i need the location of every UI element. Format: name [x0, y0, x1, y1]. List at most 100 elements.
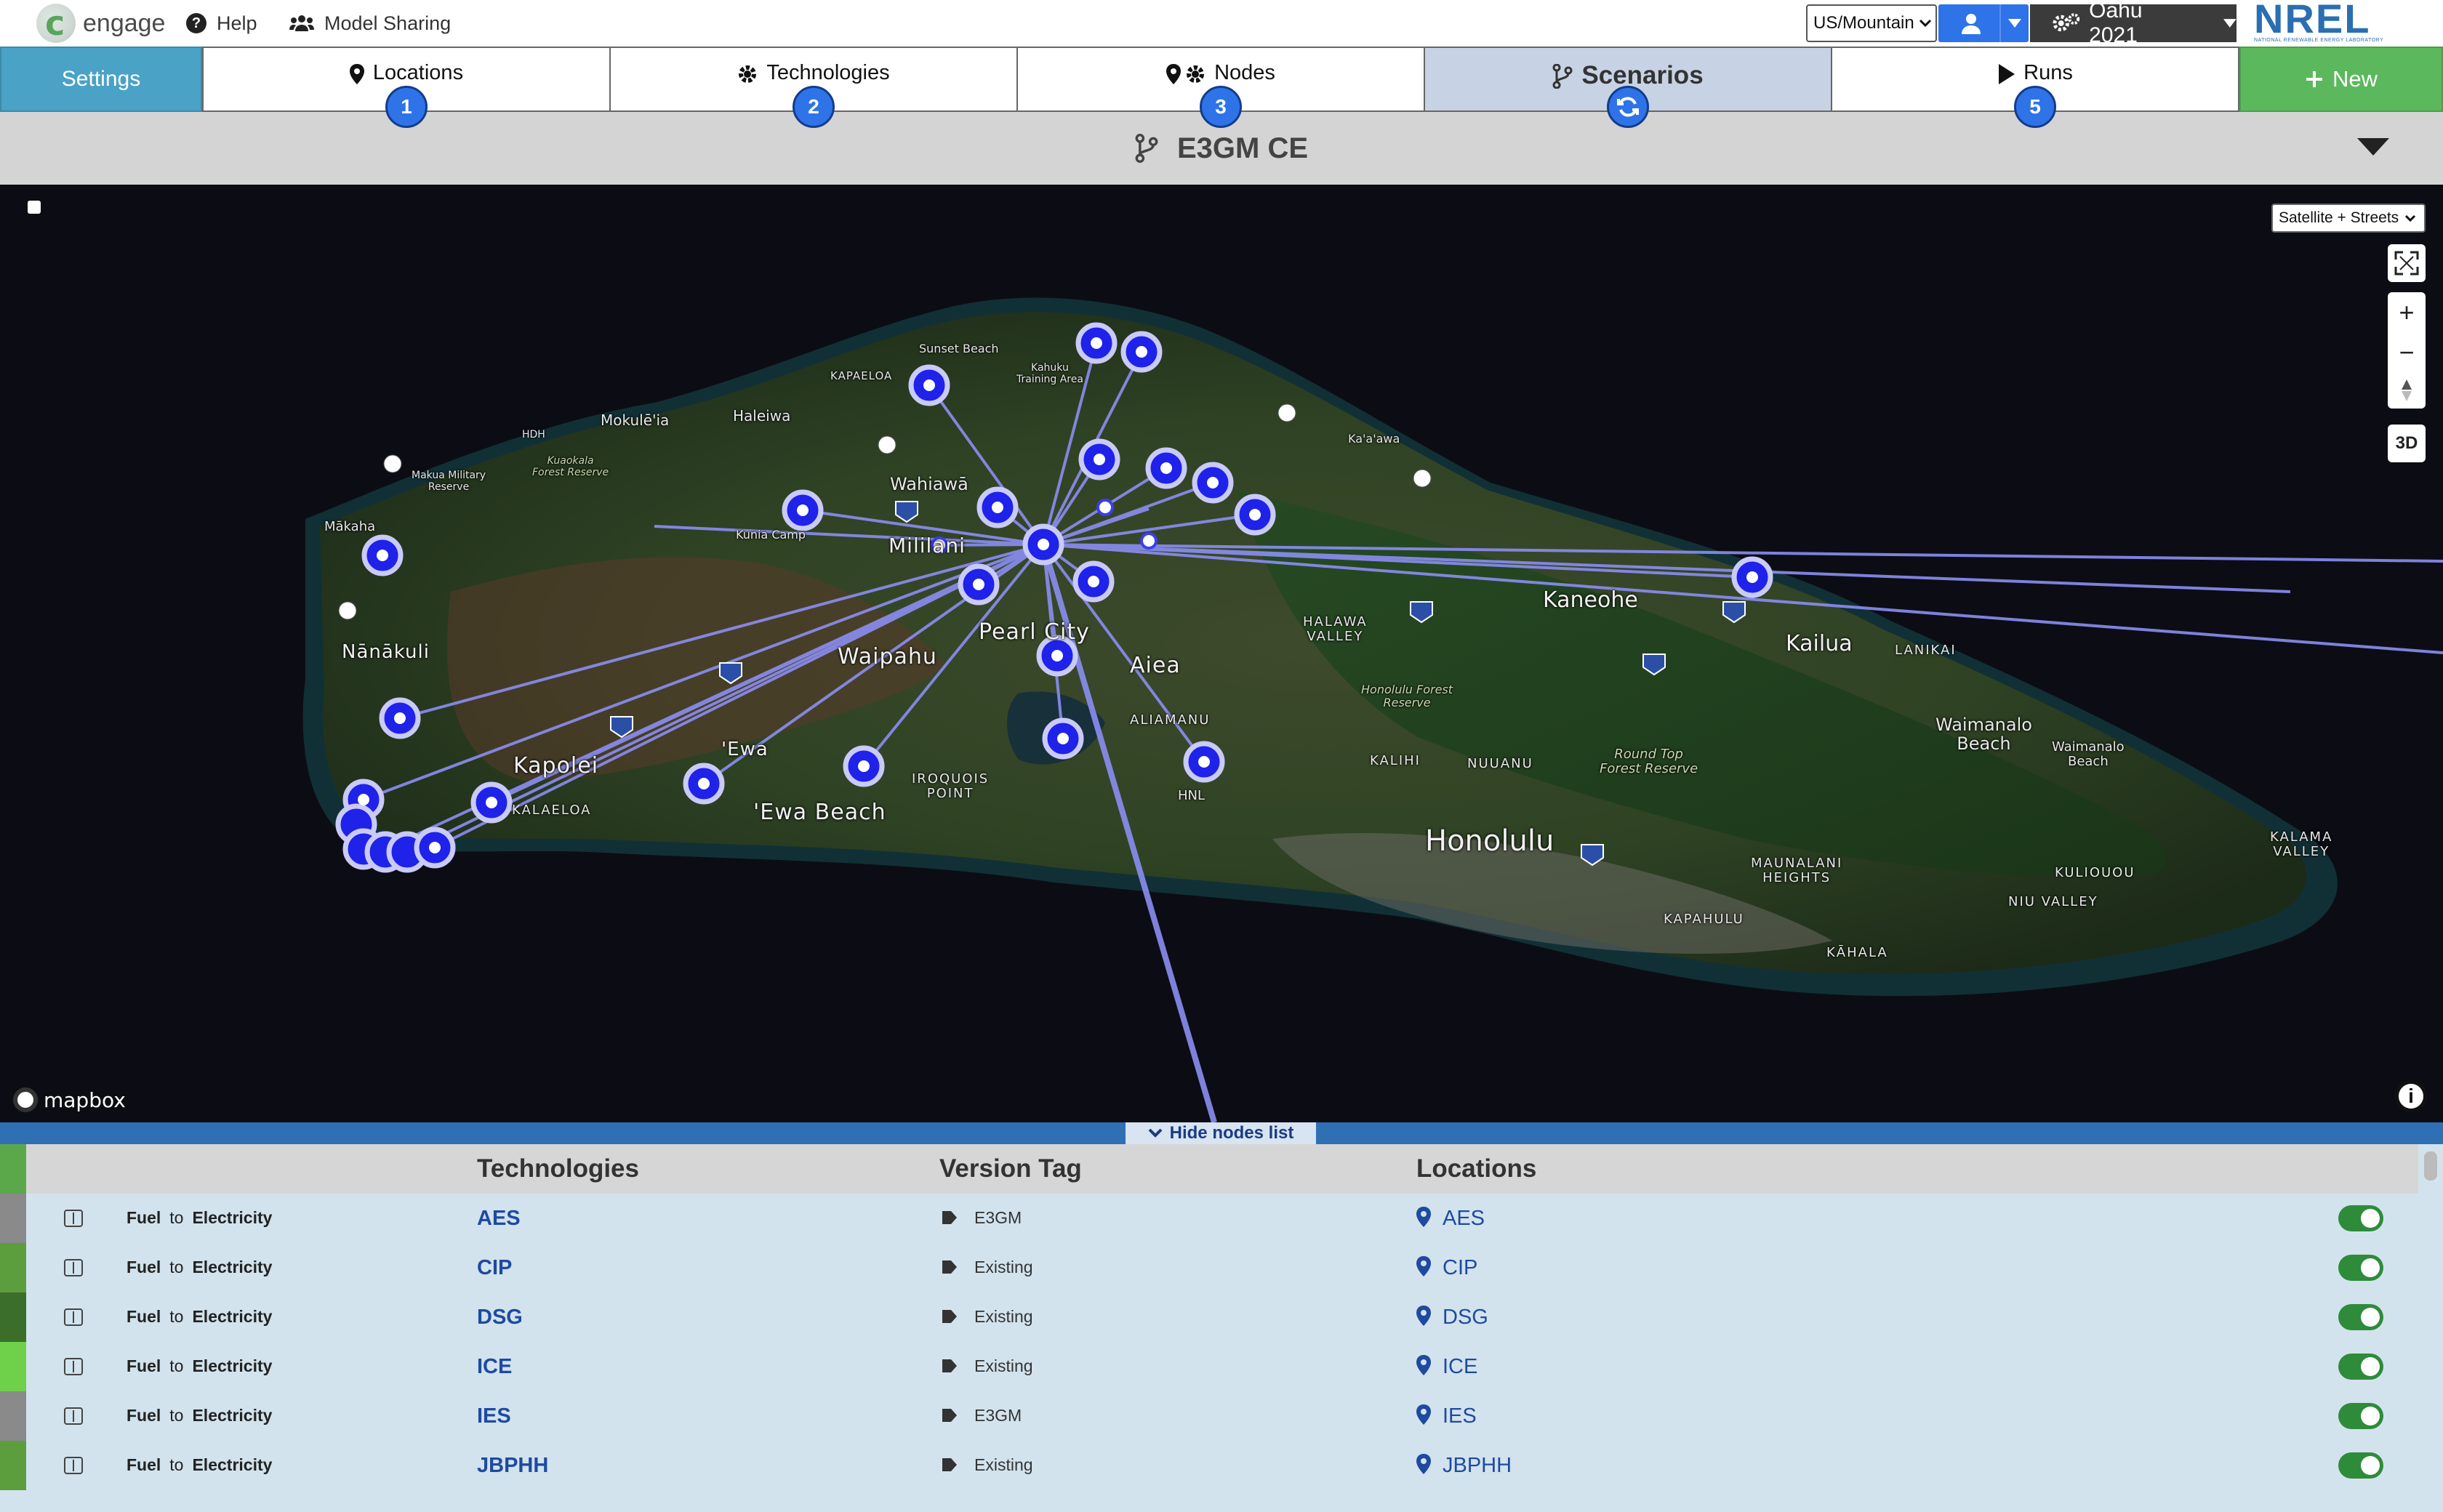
map-label: KAPAELOA: [830, 369, 893, 382]
fullscreen-button[interactable]: [2388, 244, 2426, 282]
map-label: Kahuku Training Area: [1016, 362, 1083, 385]
fullscreen-icon: [2394, 251, 2419, 276]
map-marker-icon: [1416, 1404, 1431, 1425]
map-label: KAPAHULU: [1664, 912, 1744, 927]
map-label: Kuaokala Forest Reserve: [532, 455, 609, 478]
scenario-dropdown-arrow-icon[interactable]: [2357, 138, 2389, 156]
table-row[interactable]: Fuel to Electricity CIP Existing CIP: [0, 1243, 2421, 1292]
timezone-select[interactable]: US/Mountain: [1806, 4, 1937, 42]
model-menu-button[interactable]: Oahu 2021: [2030, 0, 2237, 47]
carrier-text: Fuel to Electricity: [127, 1406, 272, 1425]
row-color-stripe: [0, 1342, 26, 1391]
table-row[interactable]: Fuel to Electricity DSG Existing DSG: [0, 1292, 2421, 1342]
draw-toggle-icon[interactable]: [28, 201, 41, 214]
map-view[interactable]: Kaneohe Kailua Honolulu Waipahu Pearl Ci…: [0, 185, 2443, 1122]
scrollbar[interactable]: [2424, 1151, 2437, 1181]
tab-runs[interactable]: Runs 5: [1831, 47, 2239, 128]
step-badge: 3: [1200, 86, 1242, 128]
carrier-out: Electricity: [192, 1356, 273, 1375]
map-style-select[interactable]: Satellite + Streets: [2271, 204, 2426, 233]
map-label: KALAMA VALLEY: [2270, 829, 2333, 859]
version-tag: Existing: [974, 1258, 1033, 1276]
brand[interactable]: engage: [36, 3, 165, 44]
carrier-to-word: to: [169, 1455, 184, 1474]
conversion-icon: [64, 1210, 83, 1227]
tab-locations[interactable]: Locations 1: [202, 47, 611, 128]
map-label: 'Ewa Beach: [753, 800, 886, 825]
active-toggle[interactable]: [2338, 1205, 2383, 1231]
new-button[interactable]: New: [2239, 47, 2443, 112]
map-label: Kunia Camp: [736, 528, 806, 542]
row-background: [26, 1194, 2421, 1243]
technology-link[interactable]: DSG: [477, 1306, 523, 1330]
tab-nodes-label: Nodes: [1214, 61, 1275, 84]
map-style-value: Satellite + Streets: [2279, 209, 2399, 226]
tab-runs-label: Runs: [2023, 61, 2073, 84]
map-label: Aiea: [1130, 653, 1181, 678]
table-row[interactable]: Fuel to Electricity AES E3GM AES: [0, 1194, 2421, 1243]
active-toggle[interactable]: [2338, 1354, 2383, 1380]
technology-link[interactable]: AES: [477, 1207, 521, 1231]
info-icon[interactable]: i: [2395, 1080, 2427, 1112]
conversion-icon: [64, 1407, 83, 1425]
tab-settings[interactable]: Settings: [0, 47, 202, 112]
carrier-to-word: to: [169, 1307, 184, 1326]
location-link[interactable]: JBPHH: [1443, 1454, 1512, 1478]
map-label: Mokulē'ia: [601, 411, 670, 429]
active-toggle[interactable]: [2338, 1403, 2383, 1429]
model-sharing-link[interactable]: Model Sharing: [289, 9, 451, 38]
tab-scenarios[interactable]: Scenarios: [1424, 47, 1832, 128]
zoom-in-icon[interactable]: +: [2399, 299, 2414, 326]
map-label: Haleiwa: [733, 407, 791, 425]
location-link[interactable]: AES: [1443, 1207, 1485, 1231]
user-menu-button[interactable]: [1938, 4, 2029, 42]
active-toggle[interactable]: [2338, 1304, 2383, 1330]
hide-nodes-button[interactable]: Hide nodes list: [1126, 1122, 1316, 1144]
map-label: HNL: [1178, 788, 1206, 803]
refresh-icon: [1607, 86, 1649, 128]
map-label: HALAWA VALLEY: [1303, 614, 1368, 644]
view-3d-button[interactable]: 3D: [2388, 425, 2426, 462]
row-color-stripe: [0, 1441, 26, 1490]
version-tag: E3GM: [974, 1406, 1022, 1425]
row-color-stripe: [0, 1292, 26, 1342]
map-label: Nānākuli: [342, 641, 430, 663]
mapbox-logo[interactable]: mapbox: [13, 1087, 126, 1112]
location-link[interactable]: DSG: [1443, 1306, 1488, 1330]
map-label: NIU VALLEY: [2008, 894, 2098, 909]
nrel-logo[interactable]: NREL NATIONAL RENEWABLE ENERGY LABORATOR…: [2254, 0, 2428, 45]
carrier-text: Fuel to Electricity: [127, 1208, 272, 1228]
top-bar: engage ? Help Model Sharing US/Mountain …: [0, 0, 2443, 47]
tab-nodes[interactable]: Nodes 3: [1016, 47, 1425, 128]
carrier-to-word: to: [169, 1258, 184, 1276]
active-toggle[interactable]: [2338, 1452, 2383, 1479]
location-link[interactable]: ICE: [1443, 1355, 1477, 1379]
map-marker-icon: [1416, 1207, 1431, 1227]
technology-link[interactable]: IES: [477, 1404, 511, 1428]
help-label: Help: [217, 12, 257, 34]
column-header: Technologies: [477, 1154, 639, 1183]
tab-technologies[interactable]: Technologies 2: [609, 47, 1018, 128]
location-link[interactable]: IES: [1443, 1404, 1477, 1428]
map-marker-icon: [1416, 1454, 1431, 1474]
table-row[interactable]: Fuel to Electricity JBPHH Existing JBPHH: [0, 1441, 2421, 1490]
carrier-text: Fuel to Electricity: [127, 1258, 272, 1277]
location-link[interactable]: CIP: [1443, 1256, 1477, 1280]
help-link[interactable]: ? Help: [186, 9, 257, 38]
zoom-out-icon[interactable]: −: [2399, 339, 2414, 366]
technology-link[interactable]: JBPHH: [477, 1454, 548, 1478]
caret-down-icon[interactable]: [2008, 19, 2021, 28]
map-label: KULIOUOU: [2055, 865, 2135, 880]
map-label: KALIHI: [1370, 753, 1421, 768]
carrier-out: Electricity: [192, 1406, 273, 1425]
active-toggle[interactable]: [2338, 1255, 2383, 1281]
carrier-out: Electricity: [192, 1455, 273, 1474]
row-background: [26, 1391, 2421, 1441]
compass-icon[interactable]: [2400, 379, 2413, 402]
technology-link[interactable]: CIP: [477, 1256, 512, 1280]
carrier-in: Fuel: [127, 1208, 161, 1227]
row-background: [26, 1243, 2421, 1292]
table-row[interactable]: Fuel to Electricity IES E3GM IES: [0, 1391, 2421, 1441]
technology-link[interactable]: ICE: [477, 1355, 512, 1379]
table-row[interactable]: Fuel to Electricity ICE Existing ICE: [0, 1342, 2421, 1391]
